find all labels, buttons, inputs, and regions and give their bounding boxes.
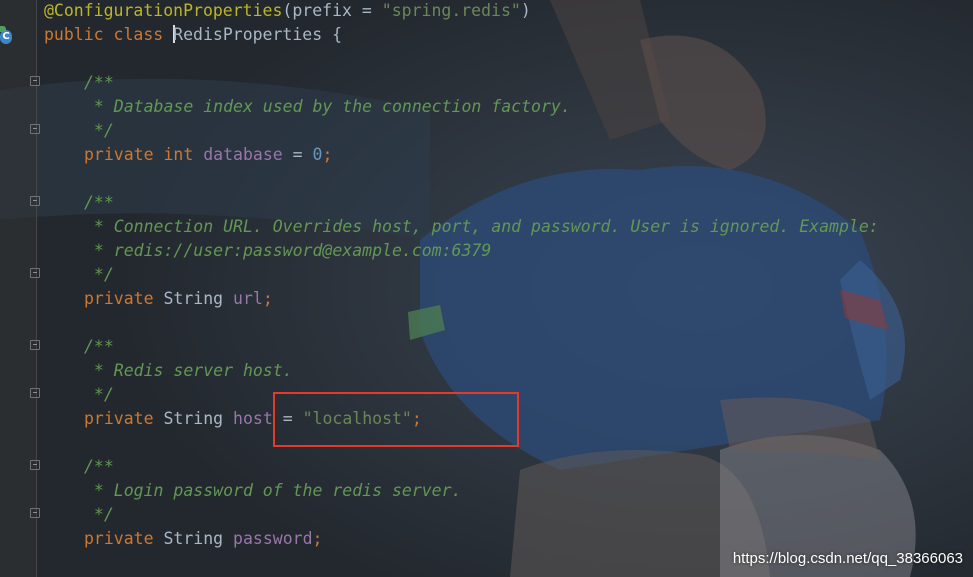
fold-icon[interactable]: [30, 340, 40, 350]
fold-icon[interactable]: [30, 388, 40, 398]
watermark: https://blog.csdn.net/qq_38366063: [732, 550, 963, 567]
doc-comment: */: [84, 121, 114, 140]
doc-comment: /**: [84, 337, 114, 356]
code-line-class-declaration: public class RedisProperties {: [44, 25, 343, 44]
doc-comment: * Login password of the redis server.: [84, 481, 462, 500]
class-icon: C: [0, 26, 12, 44]
field-declaration-password: private String password;: [84, 529, 323, 548]
doc-comment: * Redis server host.: [84, 361, 293, 380]
highlight-box: [273, 392, 519, 447]
doc-comment: * Database index used by the connection …: [84, 97, 571, 116]
code-line-annotation: @ConfigurationProperties(prefix = "sprin…: [44, 1, 531, 20]
fold-icon[interactable]: [30, 508, 40, 518]
fold-icon[interactable]: [30, 124, 40, 134]
field-declaration-database: private int database = 0;: [84, 145, 333, 164]
fold-icon[interactable]: [30, 460, 40, 470]
fold-icon[interactable]: [30, 76, 40, 86]
field-declaration-url: private String url;: [84, 289, 273, 308]
doc-comment: */: [84, 265, 114, 284]
doc-comment: /**: [84, 73, 114, 92]
doc-comment: * Connection URL. Overrides host, port, …: [84, 217, 879, 236]
editor-gutter: [0, 0, 37, 577]
fold-icon[interactable]: [30, 196, 40, 206]
doc-comment: */: [84, 385, 114, 404]
doc-comment: */: [84, 505, 114, 524]
doc-comment: /**: [84, 193, 114, 212]
doc-comment: * redis://user:password@example.com:6379: [84, 241, 492, 260]
fold-icon[interactable]: [30, 268, 40, 278]
doc-comment: /**: [84, 457, 114, 476]
